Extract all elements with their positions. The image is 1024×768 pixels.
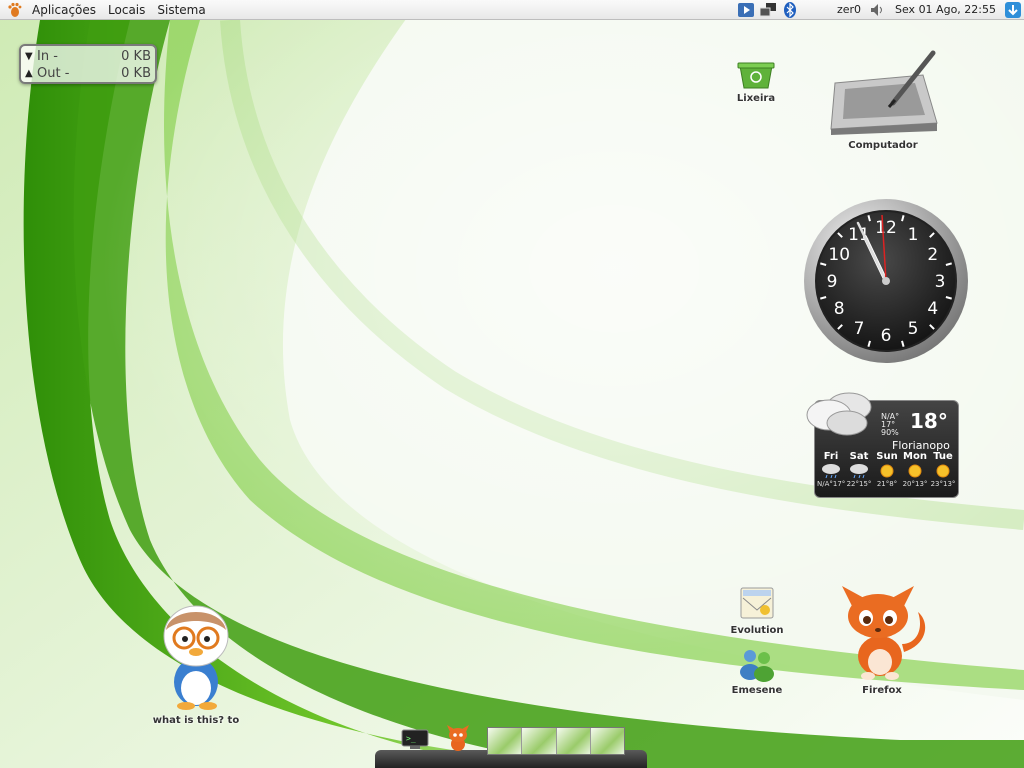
forecast-day: Mon 20°13°: [901, 451, 929, 488]
menu-applications[interactable]: Aplicações: [26, 0, 102, 20]
desktop-icon-file[interactable]: what is this? to: [150, 600, 242, 726]
workspace-3[interactable]: [556, 728, 591, 754]
weather-current-details: N/A° 17° 90%: [881, 413, 899, 437]
network-monitor-widget: ▼ In - 0 KB ▲ Out - 0 KB: [19, 44, 157, 84]
workspace-switcher: [487, 727, 625, 755]
clock-numeral: 9: [827, 272, 838, 292]
bluetooth-icon[interactable]: [782, 1, 798, 18]
evolution-mail-icon: [740, 587, 774, 619]
gnome-foot-icon[interactable]: [6, 2, 22, 18]
monitor-icon: >_: [401, 729, 429, 749]
user-name[interactable]: zer0: [837, 3, 861, 16]
firefox-label: Firefox: [862, 685, 902, 696]
clock-numeral: 6: [881, 326, 892, 346]
sun-icon: [936, 464, 950, 478]
evolution-label: Evolution: [730, 625, 784, 636]
clock-numeral: 5: [908, 319, 919, 339]
desktop-icon-evolution[interactable]: Evolution: [726, 582, 788, 636]
media-player-icon[interactable]: [737, 2, 754, 18]
desktop-icon-firefox[interactable]: Firefox: [826, 582, 938, 696]
clock-numeral: 7: [854, 319, 865, 339]
weather-detail-3: 90%: [881, 428, 899, 437]
clock-numeral: 3: [935, 272, 946, 292]
svg-text:>_: >_: [406, 734, 416, 743]
system-tray: zer0 Sex 01 Ago, 22:55: [735, 0, 1024, 20]
sun-icon: [880, 464, 894, 478]
netmon-in-row: ▼ In - 0 KB: [25, 48, 151, 65]
weather-forecast: Fri N/A°17° Sat 22°15° Sun 21°8° Mon 20°…: [817, 451, 957, 488]
netmon-out-row: ▲ Out - 0 KB: [25, 65, 151, 82]
file-label: what is this? to: [152, 715, 240, 726]
arrow-down-icon: ▼: [25, 51, 33, 62]
netmon-out-label: Out -: [37, 66, 70, 81]
forecast-day: Tue 23°13°: [929, 451, 957, 488]
clock-numeral: 4: [927, 299, 938, 319]
clock-numeral: 2: [927, 245, 938, 265]
forecast-day-name: Tue: [933, 451, 953, 462]
workspace-2[interactable]: [522, 728, 557, 754]
update-notifier-icon[interactable]: [1005, 1, 1021, 18]
top-panel: Aplicações Locais Sistema zer0 Sex 01 Ag…: [0, 0, 1024, 20]
netmon-in-label: In -: [37, 49, 58, 64]
forecast-range: N/A°17°: [817, 480, 846, 488]
weather-widget: N/A° 17° 90% 18° Florianopo Fri N/A°17° …: [806, 392, 959, 498]
forecast-day: Sun 21°8°: [873, 451, 901, 488]
messenger-buddies-icon: [740, 650, 774, 682]
rain-icon: [850, 464, 868, 479]
network-icon[interactable]: [759, 2, 776, 18]
forecast-day-name: Mon: [903, 451, 927, 462]
clock-datetime[interactable]: Sex 01 Ago, 22:55: [895, 3, 996, 16]
trash-label: Lixeira: [736, 93, 776, 104]
firefox-fox-icon: [842, 586, 926, 680]
menu-places[interactable]: Locais: [102, 0, 151, 20]
desktop-icon-emesene[interactable]: Emesene: [726, 646, 788, 696]
desktop-icon-computer[interactable]: Computador: [820, 45, 946, 151]
forecast-range: 22°15°: [846, 480, 872, 488]
weather-current-temp: 18°: [910, 409, 948, 433]
drawing-tablet-icon: [830, 50, 938, 135]
main-menu-bar: Aplicações Locais Sistema: [0, 0, 212, 20]
forecast-day-name: Sat: [849, 451, 869, 462]
clock-numeral: 10: [828, 245, 850, 265]
desktop-icon-trash[interactable]: Lixeira: [728, 60, 784, 104]
clock-numeral: 1: [908, 225, 919, 245]
analog-clock-widget: 12 1234567891011: [804, 199, 968, 363]
computer-label: Computador: [848, 140, 918, 151]
workspace-4[interactable]: [590, 728, 624, 754]
forecast-day: Sat 22°15°: [845, 451, 873, 488]
dock-firefox-launcher[interactable]: [444, 724, 472, 755]
forecast-range: 23°13°: [930, 480, 956, 488]
clock-numeral: 12: [875, 218, 897, 238]
forecast-range: 20°13°: [902, 480, 928, 488]
arrow-up-icon: ▲: [25, 68, 33, 79]
forecast-day: Fri N/A°17°: [817, 451, 845, 488]
clock-numeral: 8: [834, 299, 845, 319]
emesene-label: Emesene: [731, 685, 783, 696]
forecast-day-name: Fri: [823, 451, 839, 462]
sun-icon: [908, 464, 922, 478]
trash-icon: [737, 62, 775, 89]
cloudy-icon: [806, 392, 872, 436]
menu-system[interactable]: Sistema: [151, 0, 211, 20]
firefox-fox-icon: [447, 725, 469, 751]
netmon-in-value: 0 KB: [121, 49, 151, 64]
workspace-1[interactable]: [488, 728, 523, 754]
forecast-range: 21°8°: [876, 480, 898, 488]
volume-icon[interactable]: [870, 2, 886, 18]
dock-terminal-launcher[interactable]: >_: [400, 728, 430, 753]
forecast-day-name: Sun: [876, 451, 898, 462]
netmon-out-value: 0 KB: [121, 66, 151, 81]
penguin-character-icon: [163, 605, 229, 710]
rain-icon: [822, 464, 840, 479]
